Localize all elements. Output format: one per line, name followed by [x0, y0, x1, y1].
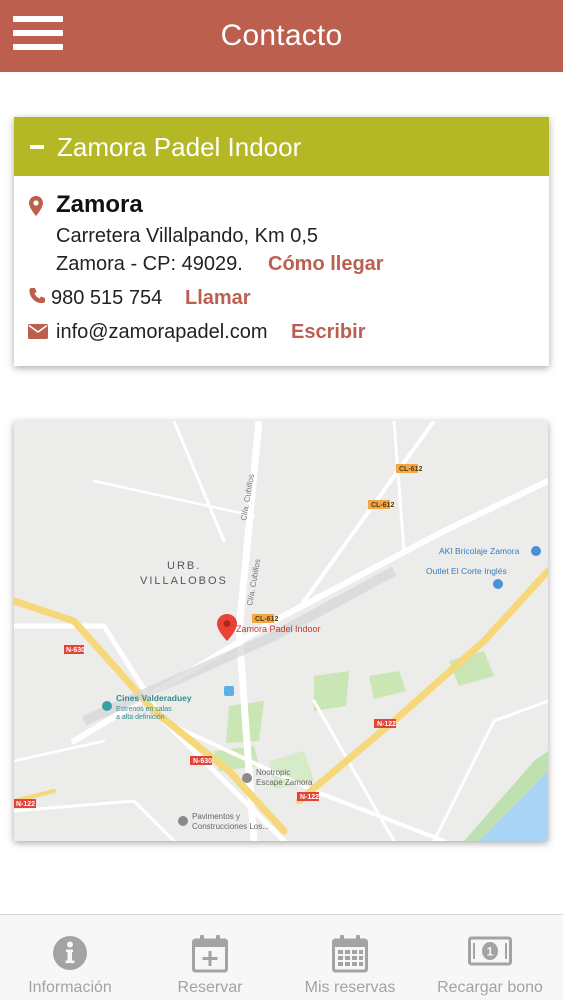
- svg-text:a alta definición: a alta definición: [116, 714, 165, 721]
- tab-label: Mis reservas: [304, 979, 396, 996]
- calendar-plus-icon: [192, 935, 228, 973]
- location-map[interactable]: CL-612 CL-612 CL-612 N-630 N-630 N-122 N…: [14, 421, 548, 841]
- tab-reservar[interactable]: Reservar: [140, 915, 280, 1000]
- transit-icon: [224, 686, 234, 696]
- tab-label: Reservar: [177, 979, 243, 996]
- svg-text:Estrenos en salas: Estrenos en salas: [116, 706, 172, 713]
- svg-text:Cines Valderaduey: Cines Valderaduey: [116, 693, 192, 703]
- address-line-1: Carretera Villalpando, Km 0,5: [56, 225, 318, 247]
- svg-text:Nootropic: Nootropic: [256, 768, 290, 777]
- area-label-urb: URB.: [167, 560, 201, 572]
- svg-text:N-122: N-122: [300, 794, 319, 801]
- tab-informacion[interactable]: Información: [0, 915, 140, 1000]
- svg-text:CL-612: CL-612: [399, 466, 422, 473]
- svg-text:Construcciones Los...: Construcciones Los...: [192, 822, 269, 831]
- email-address: info@zamorapadel.com: [56, 321, 268, 343]
- card-header[interactable]: Zamora Padel Indoor: [14, 117, 549, 176]
- envelope-icon: [28, 324, 48, 339]
- address-line-2: Zamora - CP: 49029.: [56, 253, 243, 275]
- tab-label: Recargar bono: [437, 979, 543, 996]
- area-label-villalobos: VILLALOBOS: [140, 575, 228, 587]
- svg-text:CL-612: CL-612: [255, 616, 278, 623]
- banknote-icon: 1: [468, 936, 512, 966]
- calendar-grid-icon: [332, 935, 368, 973]
- svg-text:Pavimentos y: Pavimentos y: [192, 812, 240, 821]
- svg-text:N-630: N-630: [193, 758, 212, 765]
- phone-icon: [29, 288, 45, 304]
- call-link[interactable]: Llamar: [185, 287, 251, 310]
- svg-text:N-122: N-122: [16, 801, 35, 808]
- phone-number: 980 515 754: [51, 287, 163, 309]
- svg-text:AKI Bricolaje Zamora: AKI Bricolaje Zamora: [439, 546, 520, 556]
- svg-text:N-122: N-122: [377, 721, 396, 728]
- app-header: Contacto: [0, 0, 563, 72]
- tab-mis-reservas[interactable]: Mis reservas: [280, 915, 420, 1000]
- minus-icon[interactable]: [30, 145, 44, 149]
- bottom-tab-bar: Información Reservar Mis reservas 1 Reca…: [0, 914, 563, 1000]
- directions-link[interactable]: Cómo llegar: [268, 253, 384, 276]
- map-pin-icon: [29, 196, 43, 216]
- city-name: Zamora: [56, 191, 143, 218]
- info-icon: [53, 936, 87, 970]
- map-canvas[interactable]: CL-612 CL-612 CL-612 N-630 N-630 N-122 N…: [14, 421, 548, 841]
- contact-card: Zamora Padel Indoor Zamora Carretera Vil…: [14, 117, 549, 366]
- svg-text:Outlet El Corte Inglés: Outlet El Corte Inglés: [426, 566, 507, 576]
- svg-text:Zamora Padel Indoor: Zamora Padel Indoor: [236, 624, 321, 634]
- svg-text:Escape Zamora: Escape Zamora: [256, 778, 313, 787]
- svg-text:1: 1: [487, 945, 494, 959]
- tab-label: Información: [28, 979, 112, 996]
- svg-text:CL-612: CL-612: [371, 502, 394, 509]
- tab-recargar-bono[interactable]: 1 Recargar bono: [420, 915, 560, 1000]
- page-title: Contacto: [220, 19, 343, 52]
- svg-text:N-630: N-630: [66, 647, 85, 654]
- venue-name: Zamora Padel Indoor: [57, 132, 302, 162]
- write-link[interactable]: Escribir: [291, 321, 365, 344]
